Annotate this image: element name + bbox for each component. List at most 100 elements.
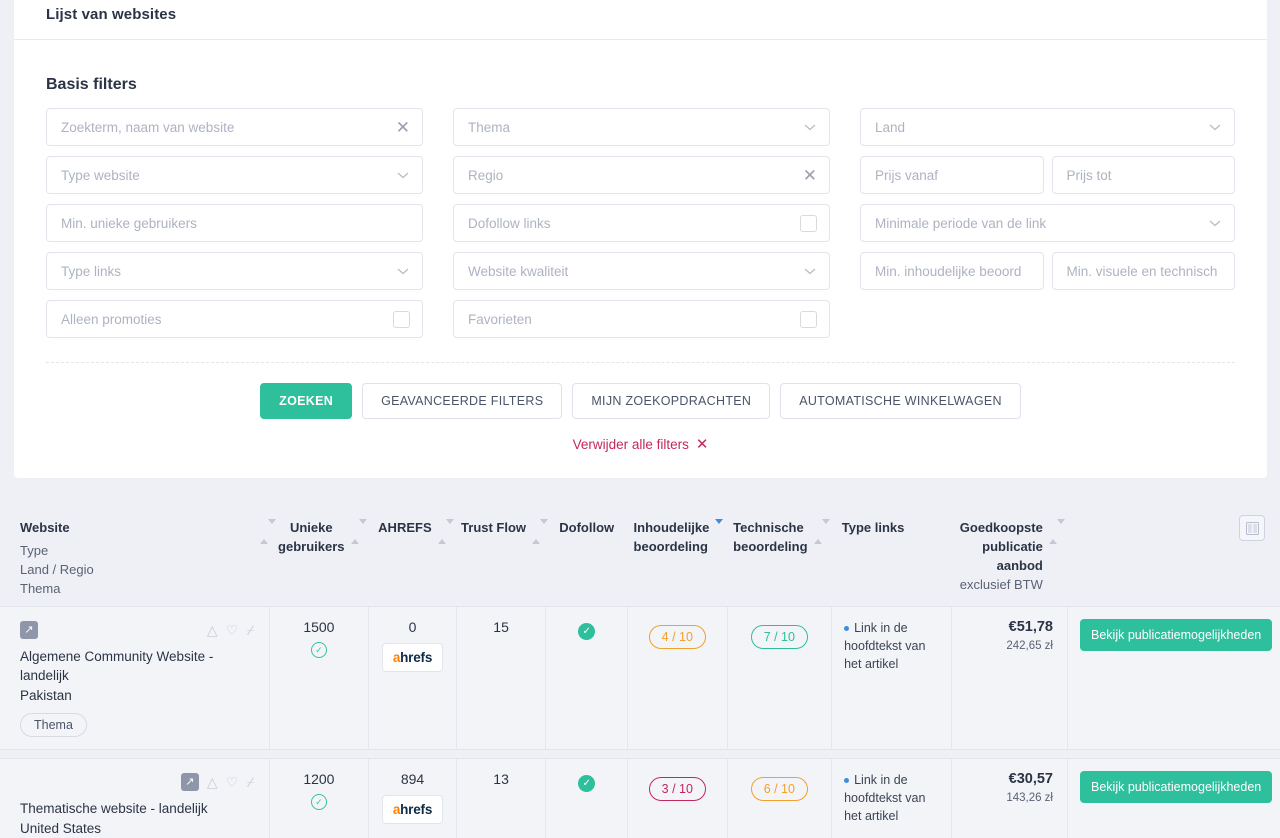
only-promotions-checkbox[interactable] <box>393 310 410 328</box>
land-select[interactable]: Land <box>860 108 1235 146</box>
column-header-content-rating[interactable]: Inhoudelijke beoordeling <box>628 518 728 598</box>
filters-grid: Zoekterm, naam van website ✕ Type websit… <box>46 108 1235 338</box>
clear-search-icon[interactable]: ✕ <box>396 119 410 136</box>
min-link-period-select[interactable]: Minimale periode van de link <box>860 204 1235 242</box>
search-input[interactable]: Zoekterm, naam van website ✕ <box>46 108 423 146</box>
site-name: Thematische website - landelijk <box>20 801 208 816</box>
thema-chip[interactable]: Thema <box>20 713 87 737</box>
chevron-down-icon <box>396 168 410 182</box>
only-promotions-checkbox-field[interactable]: Alleen promoties <box>46 300 423 338</box>
min-ratings-row: Min. inhoudelijke beoord Min. visuele en… <box>860 252 1235 290</box>
favorites-checkbox[interactable] <box>800 310 817 328</box>
land-placeholder: Land <box>875 119 906 135</box>
column-header-technical-rating[interactable]: Technische beoordeling <box>727 518 832 598</box>
unique-users-value: 1500 <box>303 619 335 635</box>
thema-select[interactable]: Thema <box>453 108 830 146</box>
column-header-trust-flow[interactable]: Trust Flow <box>456 518 549 598</box>
external-link-icon[interactable]: ↗ <box>180 773 199 791</box>
cell-actions: Bekijk publicatiemogelijkheden <box>1067 759 1280 838</box>
cell-trust-flow: 15 <box>455 607 546 749</box>
filters-column-3: Land Prijs vanaf Prijs tot Minimale peri… <box>860 108 1235 338</box>
grid-gap <box>423 108 453 338</box>
price-to-input[interactable]: Prijs tot <box>1051 156 1235 194</box>
favorites-label: Favorieten <box>468 311 532 327</box>
cell-unique-users: 1200 ✓ <box>268 759 369 838</box>
external-link-icon[interactable]: ↗ <box>20 621 38 639</box>
cell-website: ↗ △ ♡ ⌿ Algemene Community Website - lan… <box>0 607 269 749</box>
automatic-cart-button[interactable]: AUTOMATISCHE WINKELWAGEN <box>780 383 1021 419</box>
clear-regio-icon[interactable]: ✕ <box>803 167 817 184</box>
column-header-website[interactable]: Website Type Land / Regio Thema <box>0 518 276 598</box>
basis-filters-heading: Basis filters <box>46 76 137 93</box>
type-website-placeholder: Type website <box>61 167 140 183</box>
column-header-ahrefs-label: AHREFS <box>378 520 432 535</box>
ahrefs-value: 0 <box>408 619 417 635</box>
search-button[interactable]: ZOEKEN <box>260 383 353 419</box>
cell-trust-flow: 13 <box>455 759 546 838</box>
price-from-input[interactable]: Prijs vanaf <box>860 156 1044 194</box>
min-content-rating-input[interactable]: Min. inhoudelijke beoord <box>860 252 1044 290</box>
clear-all-filters[interactable]: Verwijder alle filters ✕ <box>14 419 1267 478</box>
ahrefs-logo[interactable]: ahrefs <box>381 643 444 672</box>
website-quality-select[interactable]: Website kwaliteit <box>453 252 830 290</box>
column-header-price[interactable]: Goedkoopste publicatie aanbod exclusief … <box>951 518 1068 598</box>
ahrefs-logo[interactable]: ahrefs <box>381 795 444 824</box>
note-icon[interactable]: ⌿ <box>246 775 254 789</box>
min-link-period-placeholder: Minimale periode van de link <box>875 215 1047 231</box>
my-searches-button[interactable]: MIJN ZOEKOPDRACHTEN <box>572 383 771 419</box>
heart-icon[interactable]: ♡ <box>226 623 239 637</box>
sort-icon[interactable] <box>437 519 454 544</box>
only-promotions-label: Alleen promoties <box>61 311 162 327</box>
column-header-ahrefs[interactable]: AHREFS <box>369 518 457 598</box>
cell-ahrefs: 894 ahrefs <box>368 759 456 838</box>
sort-icon-active-desc[interactable] <box>715 519 724 541</box>
websites-table: Website Type Land / Regio Thema Unieke g… <box>0 490 1280 838</box>
price-to-placeholder: Prijs tot <box>1066 167 1112 183</box>
column-header-unique-users-l1: Unieke <box>289 520 333 535</box>
sort-icon[interactable] <box>1048 519 1065 544</box>
dofollow-links-checkbox-field[interactable]: Dofollow links <box>453 204 830 242</box>
column-header-website-label: Website <box>20 520 70 535</box>
view-publication-options-button[interactable]: Bekijk publicatiemogelijkheden <box>1080 619 1273 651</box>
chevron-down-icon <box>803 120 817 134</box>
column-header-thema-label: Thema <box>20 581 61 596</box>
min-unique-users-input[interactable]: Min. unieke gebruikers <box>46 204 423 242</box>
verified-check-icon: ✓ <box>310 794 327 810</box>
heart-icon[interactable]: ♡ <box>226 775 239 789</box>
verified-check-icon: ✓ <box>310 642 327 658</box>
min-content-rating-placeholder: Min. inhoudelijke beoord <box>875 263 1022 279</box>
link-type-text: Link in de hoofdtekst van het artikel <box>844 621 926 671</box>
column-header-content-rating-l2: beoordeling <box>633 539 708 554</box>
regio-select[interactable]: Regio ✕ <box>453 156 830 194</box>
view-publication-options-button[interactable]: Bekijk publicatiemogelijkheden <box>1080 771 1273 803</box>
cell-ahrefs: 0 ahrefs <box>368 607 456 749</box>
warning-triangle-icon[interactable]: △ <box>207 623 218 637</box>
regio-placeholder: Regio <box>468 167 504 183</box>
unique-users-value: 1200 <box>303 771 335 787</box>
column-header-type-links: Type links <box>832 518 952 598</box>
note-icon[interactable]: ⌿ <box>246 623 254 637</box>
chevron-down-icon <box>803 264 817 278</box>
sort-icon[interactable] <box>350 519 367 544</box>
warning-triangle-icon[interactable]: △ <box>207 775 218 789</box>
column-header-unique-users[interactable]: Unieke gebruikers <box>269 518 369 598</box>
min-visual-rating-input[interactable]: Min. visuele en technisch <box>1051 252 1235 290</box>
site-icon-bar: ↗ △ ♡ ⌿ <box>20 619 255 641</box>
type-links-select[interactable]: Type links <box>46 252 423 290</box>
sort-icon[interactable] <box>813 519 830 544</box>
type-website-select[interactable]: Type website <box>46 156 423 194</box>
table-row[interactable]: ↗ △ ♡ ⌿ Thematische website - landelijk … <box>0 758 1280 838</box>
dofollow-links-checkbox[interactable] <box>800 214 817 232</box>
column-header-land-regio-label: Land / Regio <box>20 562 94 577</box>
price-range-row: Prijs vanaf Prijs tot <box>860 156 1235 194</box>
sort-icon[interactable] <box>532 519 549 544</box>
table-row[interactable]: ↗ △ ♡ ⌿ Algemene Community Website - lan… <box>0 606 1280 750</box>
price-main: €51,78 <box>1008 619 1053 635</box>
advanced-filters-button[interactable]: GEAVANCEERDE FILTERS <box>362 383 563 419</box>
cell-price: €51,78 242,65 zł <box>950 607 1067 749</box>
sort-icon[interactable] <box>259 519 276 544</box>
content-rating-badge: 3 / 10 <box>648 777 706 801</box>
column-layout-toggle-button[interactable] <box>1239 515 1265 541</box>
favorites-checkbox-field[interactable]: Favorieten <box>453 300 830 338</box>
websites-list-page: Lijst van websites Basis filters Zoekter… <box>0 0 1280 838</box>
